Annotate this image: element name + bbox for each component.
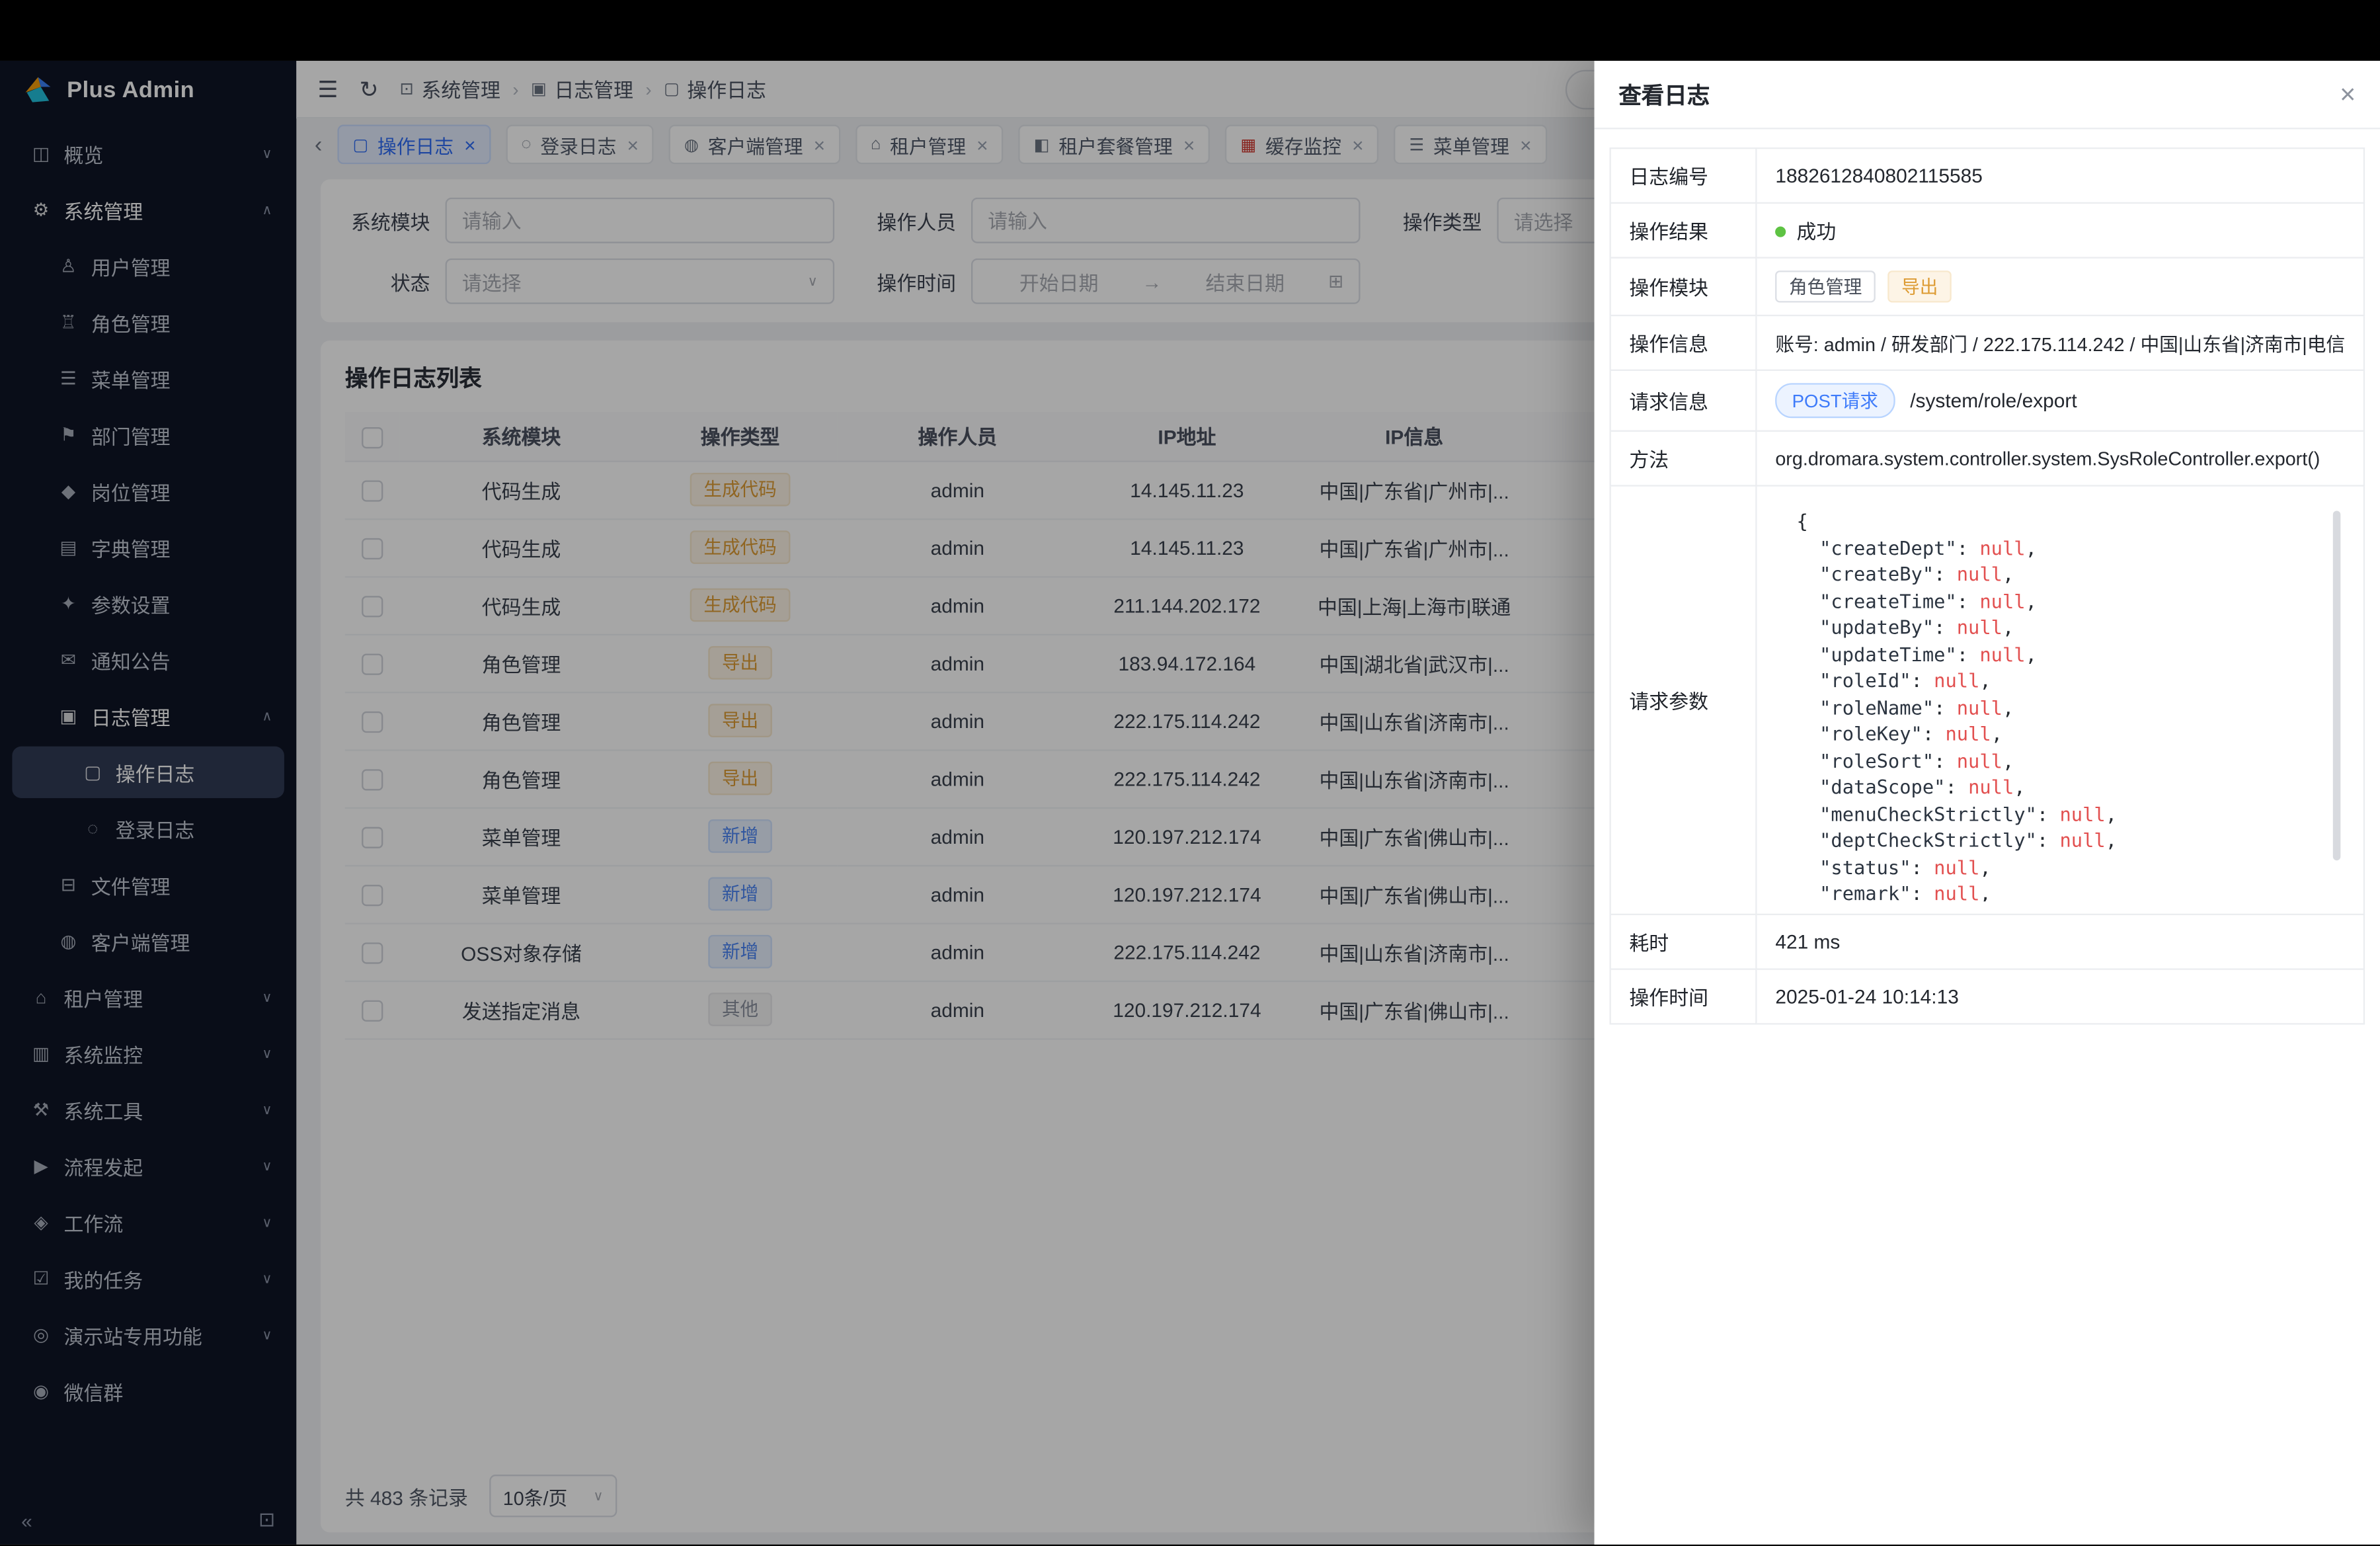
operation-time-value: 2025-01-24 10:14:13	[1757, 969, 2364, 1024]
detail-row-result: 操作结果 成功	[1610, 203, 2364, 258]
detail-label: 操作模块	[1610, 258, 1757, 315]
detail-label: 请求信息	[1610, 370, 1757, 431]
detail-row-params: 请求参数 { "createDept": null, "createBy": n…	[1610, 486, 2364, 915]
log-id-value: 1882612840802115585	[1757, 148, 2364, 203]
module-tags: 角色管理导出	[1757, 258, 2364, 315]
export-tag: 导出	[1887, 270, 1952, 302]
detail-label: 操作结果	[1610, 203, 1757, 258]
detail-label: 日志编号	[1610, 148, 1757, 203]
detail-row-method: 方法 org.dromara.system.controller.system.…	[1610, 431, 2364, 486]
request-info-value: POST请求/system/role/export	[1757, 370, 2364, 431]
code-scrollbar[interactable]	[2333, 510, 2340, 860]
close-icon[interactable]: ×	[2340, 81, 2356, 108]
detail-label: 耗时	[1610, 915, 1757, 969]
screenshot-stage: Plus Admin ◫概览∨⚙系统管理∧♙用户管理♖角色管理☰菜单管理⚑部门管…	[0, 0, 2380, 1546]
operation-info-value: 账号: admin / 研发部门 / 222.175.114.242 / 中国|…	[1757, 315, 2364, 370]
method-value: org.dromara.system.controller.system.Sys…	[1757, 431, 2364, 486]
detail-row-time: 操作时间 2025-01-24 10:14:13	[1610, 969, 2364, 1024]
drawer-body: 日志编号 1882612840802115585 操作结果 成功 操作模块 角色…	[1595, 129, 2380, 1043]
detail-label: 操作时间	[1610, 969, 1757, 1024]
view-log-drawer: 查看日志 × 日志编号 1882612840802115585 操作结果 成功 …	[1595, 61, 2380, 1545]
detail-row-info: 操作信息 账号: admin / 研发部门 / 222.175.114.242 …	[1610, 315, 2364, 370]
log-detail-table: 日志编号 1882612840802115585 操作结果 成功 操作模块 角色…	[1610, 147, 2365, 1025]
cost-value: 421 ms	[1757, 915, 2364, 969]
success-dot-icon	[1775, 227, 1786, 237]
post-method-tag: POST请求	[1775, 383, 1895, 418]
detail-label: 操作信息	[1610, 315, 1757, 370]
request-params-cell: { "createDept": null, "createBy": null, …	[1757, 486, 2364, 915]
request-params-json[interactable]: { "createDept": null, "createBy": null, …	[1775, 499, 2345, 901]
detail-row-module: 操作模块 角色管理导出	[1610, 258, 2364, 315]
drawer-title: 查看日志	[1618, 78, 1710, 110]
detail-row-log-id: 日志编号 1882612840802115585	[1610, 148, 2364, 203]
detail-label: 请求参数	[1610, 486, 1757, 915]
detail-row-request: 请求信息 POST请求/system/role/export	[1610, 370, 2364, 431]
detail-label: 方法	[1610, 431, 1757, 486]
drawer-header: 查看日志 ×	[1595, 61, 2380, 129]
result-value: 成功	[1757, 203, 2364, 258]
module-tag: 角色管理	[1775, 270, 1876, 302]
request-url: /system/role/export	[1910, 389, 2077, 412]
detail-row-cost: 耗时 421 ms	[1610, 915, 2364, 969]
